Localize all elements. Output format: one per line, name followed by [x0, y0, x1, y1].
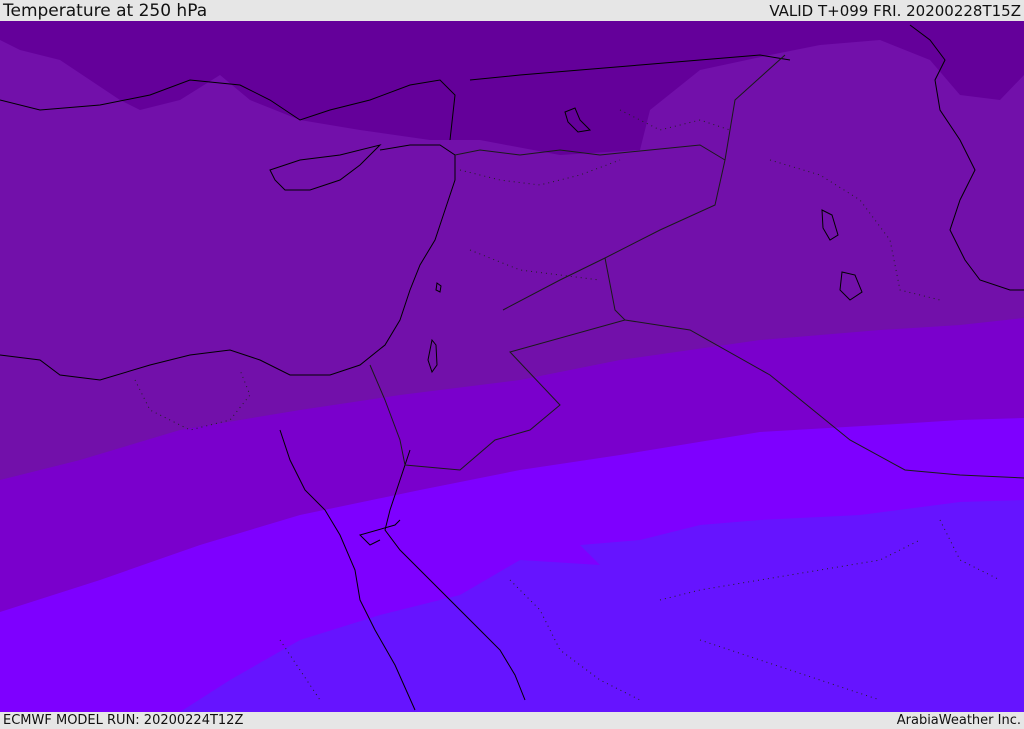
map-canvas [0, 21, 1024, 712]
valid-time: VALID T+099 FRI. 20200228T15Z [769, 2, 1021, 20]
header-bar: Temperature at 250 hPa VALID T+099 FRI. … [0, 0, 1024, 21]
weather-map [0, 21, 1024, 712]
footer-bar: ECMWF MODEL RUN: 20200224T12Z ArabiaWeat… [0, 712, 1024, 729]
model-run-label: ECMWF MODEL RUN: 20200224T12Z [3, 713, 244, 728]
map-title: Temperature at 250 hPa [3, 1, 208, 21]
credit-label: ArabiaWeather Inc. [896, 713, 1021, 728]
